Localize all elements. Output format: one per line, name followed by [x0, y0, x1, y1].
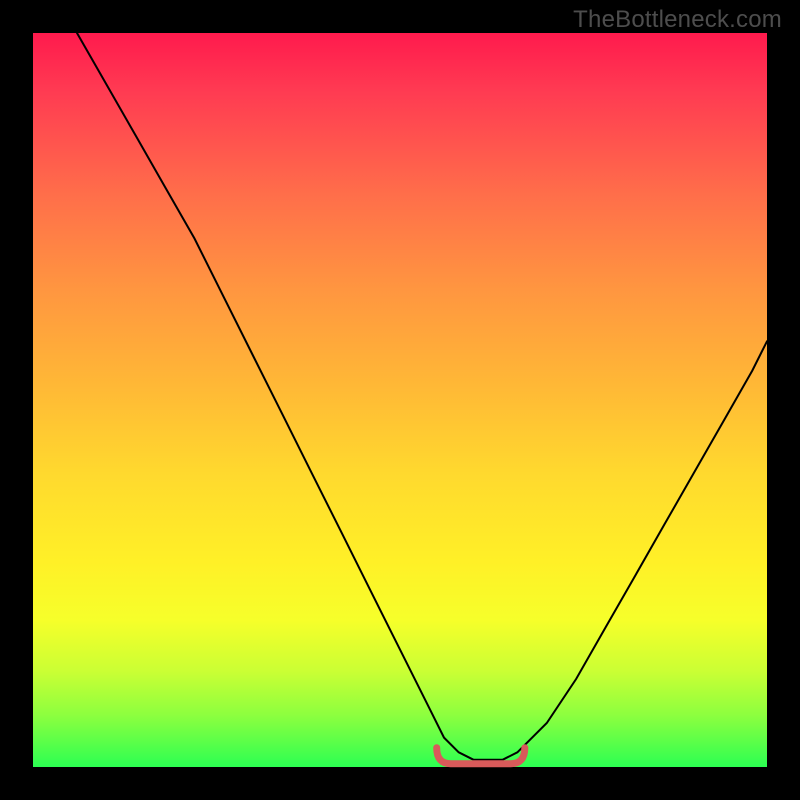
- chart-frame: TheBottleneck.com: [0, 0, 800, 800]
- plot-area: [33, 33, 767, 767]
- watermark-text: TheBottleneck.com: [573, 6, 782, 34]
- chart-svg: [33, 33, 767, 767]
- bottleneck-curve: [77, 33, 767, 760]
